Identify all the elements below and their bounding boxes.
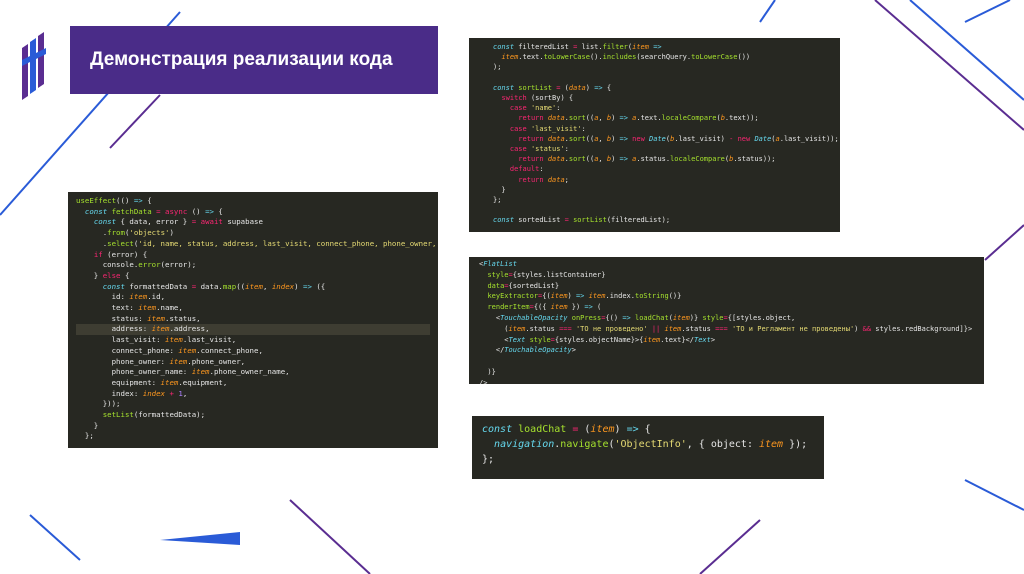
code-line: console.error(error); <box>76 260 197 270</box>
code-line: ); <box>493 63 502 72</box>
code-line: text: item.name, <box>76 303 183 313</box>
code-line: navigation.navigate('ObjectInfo', { obje… <box>494 439 808 450</box>
brand-logo-icon <box>22 32 46 100</box>
code-line: useEffect(() => { <box>76 196 152 205</box>
code-block-load-chat: const loadChat = (item) => { navigation.… <box>472 416 824 479</box>
code-line: return data.sort((a, b) => a.status.loca… <box>518 155 776 164</box>
code-line: equipment: item.equipment, <box>76 377 228 387</box>
code-line: } else { <box>76 270 130 280</box>
code-line: if (error) { <box>93 249 148 259</box>
code-line: const loadChat = (item) => { <box>482 424 651 435</box>
code-line: keyExtractor={(item) => item.index.toStr… <box>487 292 682 301</box>
code-line: setList(formattedData); <box>102 410 206 420</box>
code-line: data={sortedList} <box>487 281 560 290</box>
code-line: /> <box>479 378 488 384</box>
code-line: .select('id, name, status, address, last… <box>76 238 437 248</box>
code-line: } <box>76 420 99 430</box>
code-line: }; <box>482 454 495 465</box>
code-line: return data.sort((a, b) => a.text.locale… <box>518 114 759 123</box>
code-line: const { data, error } = await supabase <box>93 217 263 227</box>
code-line: phone_owner: item.phone_owner, <box>76 356 246 366</box>
code-line: connect_phone: item.connect_phone, <box>76 345 263 355</box>
slide-title-banner: Демонстрация реализации кода <box>70 26 438 94</box>
code-line: renderItem={({ item }) => ( <box>487 303 602 312</box>
code-line: case 'name': <box>509 104 561 113</box>
code-line: default: <box>509 165 544 174</box>
code-line: const sortList = (data) => { <box>493 83 612 92</box>
code-line: status: item.status, <box>76 313 201 323</box>
code-line: }; <box>76 431 94 441</box>
code-line: .from('objects') <box>76 228 174 238</box>
code-line: switch (sortBy) { <box>501 94 574 103</box>
code-block-flat-list: <FlatList style={styles.listContainer} d… <box>469 257 984 384</box>
code-line: (item.status === 'ТО не проведено' || it… <box>479 324 973 333</box>
code-line: return data.sort((a, b) => new Date(b.la… <box>518 134 839 143</box>
code-line: case 'status': <box>509 145 569 154</box>
code-line: index: index + 1, <box>76 388 188 398</box>
code-line: const sortedList = sortList(filteredList… <box>493 216 671 225</box>
code-line: return data; <box>518 175 569 184</box>
code-line: })); <box>76 399 121 409</box>
code-line: last_visit: item.last_visit, <box>76 335 237 345</box>
slide-title: Демонстрация реализации кода <box>90 49 393 70</box>
code-line: const fetchData = async () => { <box>84 206 223 216</box>
code-line: }; <box>493 196 502 205</box>
code-line: case 'last_visit': <box>509 124 586 133</box>
code-line: )} <box>479 367 496 376</box>
code-line: const formattedData = data.map((item, in… <box>102 281 326 291</box>
code-block-filter-sort: const filteredList = list.filter(item =>… <box>469 38 840 232</box>
code-line: const filteredList = list.filter(item => <box>493 43 662 51</box>
code-line: id: item.id, <box>76 292 166 302</box>
code-line-highlighted: address: item.address, <box>76 324 430 336</box>
code-line: } <box>493 185 506 194</box>
code-line: item.text.toLowerCase().includes(searchQ… <box>501 53 751 62</box>
code-line: phone_owner_name: item.phone_owner_name, <box>76 367 290 377</box>
code-line: <TouchableOpacity onPress={() => loadCha… <box>479 313 796 322</box>
code-line: </TouchableOpacity> <box>479 346 576 355</box>
code-block-use-effect: useEffect(() => { const fetchData = asyn… <box>68 192 438 448</box>
code-line: <FlatList <box>479 260 517 268</box>
code-line: style={styles.listContainer} <box>487 270 606 279</box>
code-line: <Text style={styles.objectName}>{item.te… <box>479 335 716 344</box>
